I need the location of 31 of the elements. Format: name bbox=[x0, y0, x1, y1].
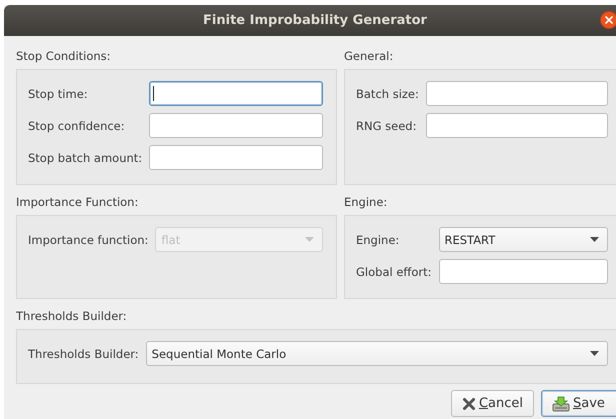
field-label: Stop time: bbox=[28, 86, 89, 100]
dialog-button[interactable]: Save bbox=[541, 390, 616, 417]
field-label: Stop batch amount: bbox=[28, 150, 142, 164]
cross-icon bbox=[462, 396, 476, 410]
dropdown-arrow-icon bbox=[590, 237, 599, 242]
download-drive-icon bbox=[552, 396, 570, 412]
dropdown[interactable]: RESTART bbox=[438, 227, 608, 252]
section-label: Engine: bbox=[344, 195, 388, 209]
section-label: Importance Function: bbox=[16, 195, 140, 209]
input-field[interactable] bbox=[149, 81, 323, 106]
dropdown-arrow-icon bbox=[590, 351, 599, 356]
close-icon[interactable] bbox=[600, 11, 616, 29]
field-label: Importance function: bbox=[28, 232, 148, 246]
input-field[interactable] bbox=[426, 81, 608, 106]
field-label: Stop confidence: bbox=[28, 118, 126, 132]
field-label: Global effort: bbox=[356, 264, 432, 278]
field-label: Thresholds Builder: bbox=[28, 346, 139, 360]
input-field[interactable] bbox=[426, 113, 608, 138]
input-field[interactable] bbox=[149, 145, 323, 170]
field-label: Batch size: bbox=[356, 86, 419, 100]
section-label: Stop Conditions: bbox=[16, 49, 112, 63]
dropdown[interactable]: Sequential Monte Carlo bbox=[146, 341, 608, 366]
section-label: General: bbox=[344, 49, 394, 63]
field-label: RNG seed: bbox=[356, 118, 418, 132]
dropdown-arrow-icon bbox=[305, 237, 314, 242]
field-label: Engine: bbox=[356, 232, 400, 246]
input-field[interactable] bbox=[438, 259, 608, 284]
dialog-button[interactable]: Cancel bbox=[450, 390, 534, 417]
section-label: Thresholds Builder: bbox=[16, 309, 128, 323]
window-title: Finite Improbability Generator bbox=[203, 13, 427, 28]
input-field[interactable] bbox=[149, 113, 323, 138]
